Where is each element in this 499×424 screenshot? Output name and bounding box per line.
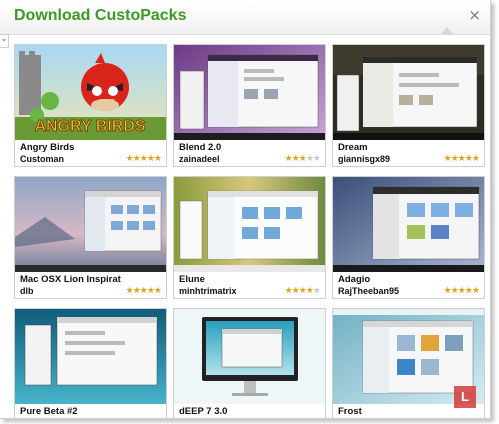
- pack-thumbnail[interactable]: [333, 45, 484, 140]
- star-icon: ★: [312, 154, 321, 164]
- rating-stars: ★★★★★: [125, 154, 162, 164]
- star-icon: ★: [153, 286, 162, 296]
- star-icon: ★: [457, 154, 466, 164]
- panel-header: Download CustoPacks ×: [0, 0, 490, 35]
- pack-name[interactable]: Elune: [179, 274, 205, 285]
- pack-name[interactable]: Blend 2.0: [179, 142, 221, 153]
- pack-name[interactable]: Dream: [338, 142, 368, 153]
- pack-thumbnail[interactable]: [15, 177, 166, 272]
- star-icon: ★: [125, 286, 134, 296]
- rating-stars: ★★★★★: [125, 286, 162, 296]
- pack-card-blend[interactable]: Blend 2.0 zainadeel ★★★★★: [173, 44, 326, 167]
- pack-card-pure-beta[interactable]: Pure Beta #2: [14, 308, 167, 418]
- pack-name[interactable]: Frost: [338, 406, 362, 417]
- star-icon: ★: [132, 286, 141, 296]
- collapsed-dropdown[interactable]: ⌄: [0, 33, 9, 48]
- pack-thumbnail[interactable]: [174, 309, 325, 404]
- pack-name[interactable]: Angry Birds: [20, 142, 74, 153]
- popup-pointer: [440, 27, 454, 35]
- star-icon: ★: [443, 154, 452, 164]
- star-icon: ★: [312, 286, 321, 296]
- pack-author: minhtrimatrix: [179, 286, 237, 296]
- custopacks-panel: Download CustoPacks × ⌄ ANGRY BIRDS Angr…: [0, 0, 491, 419]
- rating-stars: ★★★★★: [443, 154, 480, 164]
- pack-thumbnail[interactable]: [174, 45, 325, 140]
- star-icon: ★: [305, 154, 314, 164]
- rating-stars: ★★★★★: [443, 286, 480, 296]
- star-icon: ★: [139, 286, 148, 296]
- pack-card-elune[interactable]: Elune minhtrimatrix ★★★★★: [173, 176, 326, 299]
- star-icon: ★: [139, 154, 148, 164]
- pack-name[interactable]: dEEP 7 3.0: [179, 406, 227, 417]
- pack-author: zainadeel: [179, 154, 220, 164]
- pack-thumbnail[interactable]: ANGRY BIRDS: [15, 45, 166, 140]
- pack-author: Customan: [20, 154, 65, 164]
- pack-card-adagio[interactable]: Adagio RajTheeban95 ★★★★★: [332, 176, 485, 299]
- pack-author: RajTheeban95: [338, 286, 400, 296]
- pack-thumbnail[interactable]: [174, 177, 325, 272]
- star-icon: ★: [457, 286, 466, 296]
- rating-stars: ★★★★★: [284, 154, 321, 164]
- rating-stars: ★★★★★: [284, 286, 321, 296]
- star-icon: ★: [284, 286, 293, 296]
- panel-title: Download CustoPacks: [14, 7, 187, 24]
- star-icon: ★: [125, 154, 134, 164]
- star-icon: ★: [443, 286, 452, 296]
- pack-name[interactable]: Adagio: [338, 274, 370, 285]
- close-icon[interactable]: ×: [468, 6, 481, 24]
- pack-thumbnail[interactable]: [333, 177, 484, 272]
- star-icon: ★: [450, 286, 459, 296]
- star-icon: ★: [464, 286, 473, 296]
- star-icon: ★: [132, 154, 141, 164]
- pack-card-angry-birds[interactable]: ANGRY BIRDS Angry Birds Customan ★★★★★: [14, 44, 167, 167]
- star-icon: ★: [464, 154, 473, 164]
- pack-card-mac-osx-lion[interactable]: Mac OSX Lion Inspirat dlb ★★★★★: [14, 176, 167, 299]
- star-icon: ★: [298, 154, 307, 164]
- chevron-down-icon: ⌄: [0, 33, 8, 43]
- star-icon: ★: [284, 154, 293, 164]
- star-icon: ★: [450, 154, 459, 164]
- star-icon: ★: [146, 154, 155, 164]
- svg-text:ANGRY BIRDS: ANGRY BIRDS: [34, 118, 145, 135]
- star-icon: ★: [153, 154, 162, 164]
- star-icon: ★: [305, 286, 314, 296]
- watermark-logo: L: [454, 386, 476, 408]
- star-icon: ★: [471, 154, 480, 164]
- pack-thumbnail[interactable]: [15, 309, 166, 404]
- pack-card-deep-7[interactable]: dEEP 7 3.0: [173, 308, 326, 418]
- pack-name[interactable]: Pure Beta #2: [20, 406, 78, 417]
- pack-name[interactable]: Mac OSX Lion Inspirat: [20, 274, 121, 285]
- pack-card-dream[interactable]: Dream giannisgx89 ★★★★★: [332, 44, 485, 167]
- pack-author: dlb: [20, 286, 34, 296]
- star-icon: ★: [298, 286, 307, 296]
- star-icon: ★: [471, 286, 480, 296]
- star-icon: ★: [291, 154, 300, 164]
- star-icon: ★: [146, 286, 155, 296]
- pack-author: giannisgx89: [338, 154, 391, 164]
- star-icon: ★: [291, 286, 300, 296]
